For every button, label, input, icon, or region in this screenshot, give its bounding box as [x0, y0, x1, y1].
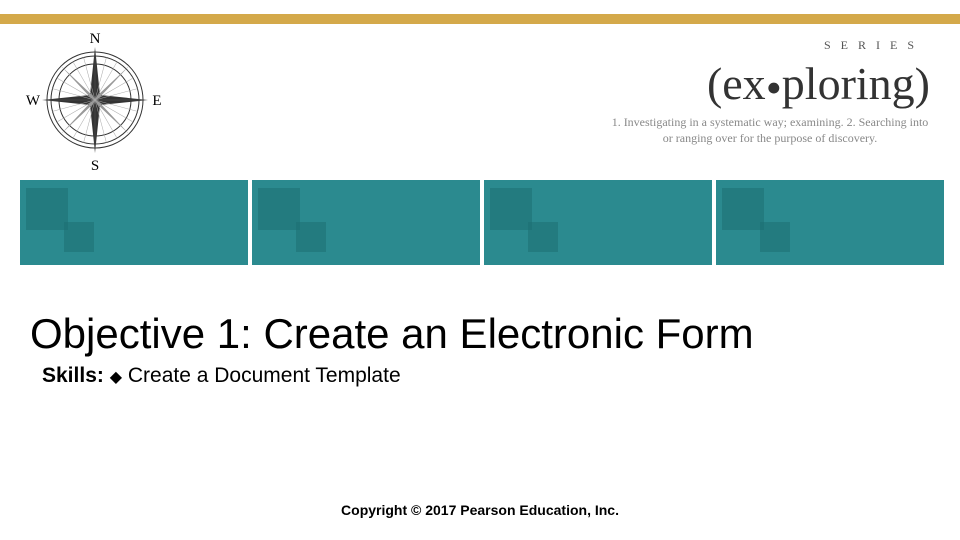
- series-label: SERIES: [610, 38, 930, 53]
- decorative-banner: [20, 180, 944, 265]
- banner-segment: [252, 180, 480, 265]
- svg-text:N: N: [90, 31, 101, 47]
- banner-segment: [716, 180, 944, 265]
- banner-segment: [20, 180, 248, 265]
- brand-title-suffix: ploring): [782, 58, 930, 109]
- brand-title: (ex•ploring): [610, 57, 930, 110]
- skills-row: Skills: ◆ Create a Document Template: [30, 364, 930, 388]
- header-row: N E S W SERIES (ex•ploring) 1. Investiga…: [0, 30, 960, 170]
- brand-block: SERIES (ex•ploring) 1. Investigating in …: [610, 30, 940, 146]
- accent-bar: [0, 14, 960, 24]
- bullet-icon: ◆: [110, 369, 122, 386]
- copyright-footer: Copyright © 2017 Pearson Education, Inc.: [0, 502, 960, 518]
- skills-text: Create a Document Template: [128, 364, 401, 387]
- skills-label: Skills:: [42, 364, 104, 387]
- compass-icon: N E S W: [20, 25, 170, 175]
- banner-segment: [484, 180, 712, 265]
- svg-text:S: S: [91, 158, 99, 174]
- svg-text:W: W: [26, 93, 41, 109]
- brand-tagline: 1. Investigating in a systematic way; ex…: [610, 114, 930, 146]
- svg-text:E: E: [152, 93, 161, 109]
- content-area: Objective 1: Create an Electronic Form S…: [30, 310, 930, 388]
- brand-title-prefix: (ex: [707, 58, 766, 109]
- objective-title: Objective 1: Create an Electronic Form: [30, 310, 930, 358]
